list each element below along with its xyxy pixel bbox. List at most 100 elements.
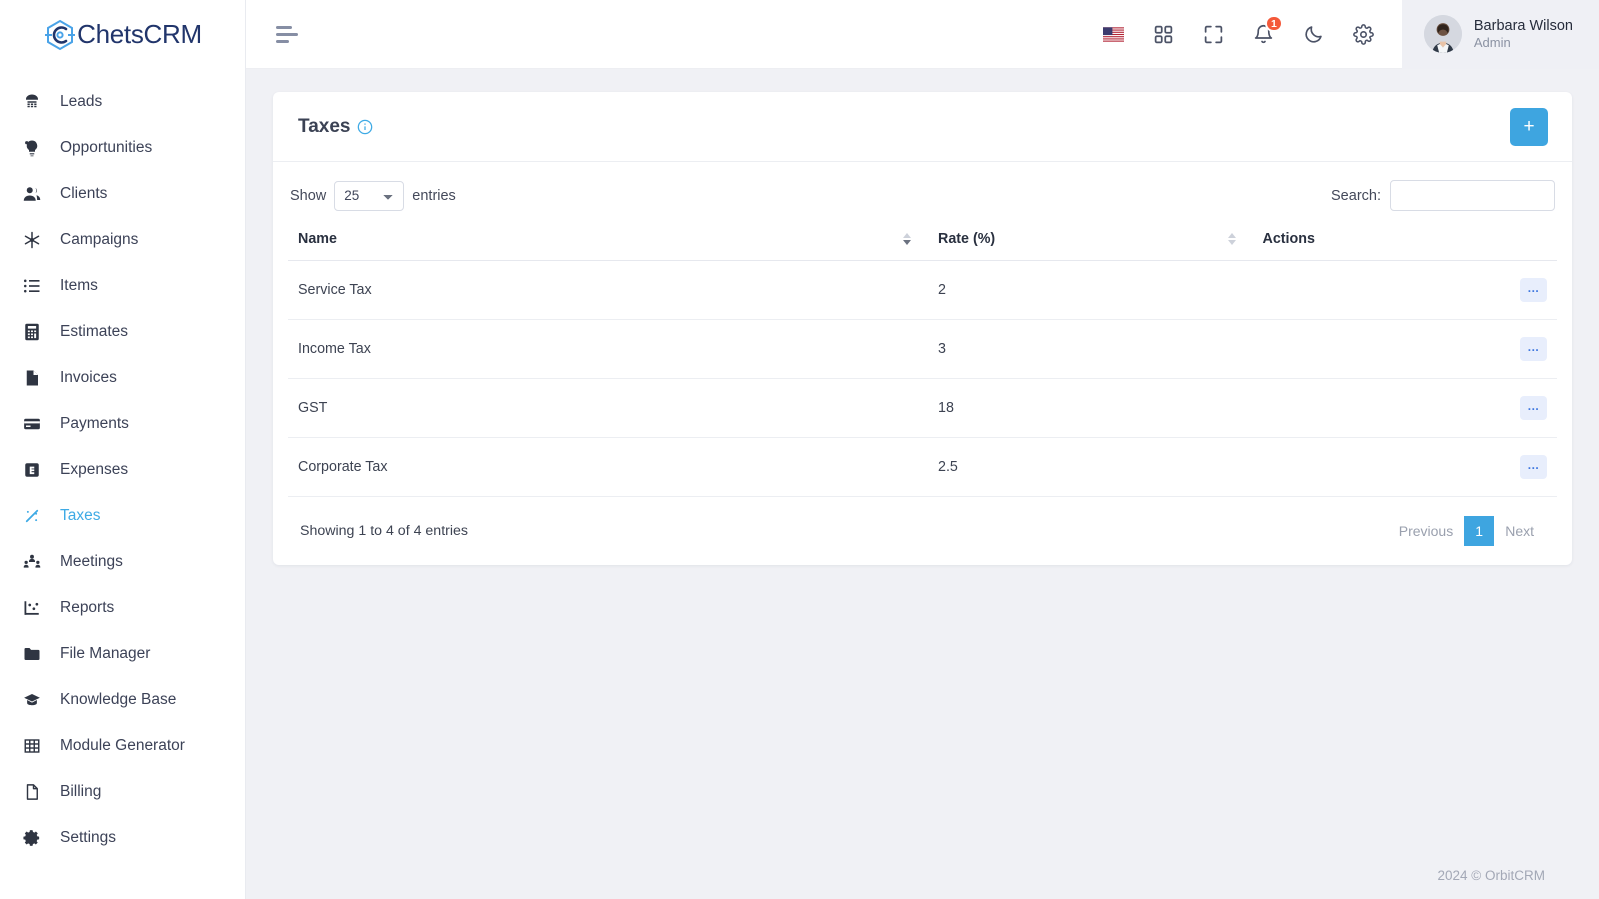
cell-name: Service Tax [288,260,928,320]
sidebar-item-payments[interactable]: Payments [0,401,245,447]
cell-rate: 18 [928,378,1253,438]
sidebar-item-clients[interactable]: Clients [0,171,245,217]
row-actions-button[interactable]: ... [1520,337,1547,361]
user-role: Admin [1473,34,1511,50]
page-title: Taxes [298,116,373,138]
gear-icon [22,828,42,848]
sidebar-item-taxes[interactable]: Taxes [0,493,245,539]
sidebar-item-reports[interactable]: Reports [0,585,245,631]
sidebar-item-label: Payments [60,415,129,433]
telephone-icon [22,92,42,112]
content-area: Taxes + Show 25 entries Search: Name Rat… [246,69,1599,851]
sidebar-item-label: Settings [60,829,117,847]
sort-indicator-rate[interactable] [1227,232,1237,246]
search-input[interactable] [1390,180,1555,211]
entries-label: entries [412,187,456,204]
column-header-label: Rate (%) [938,231,996,247]
sidebar-item-label: Billing [60,783,102,801]
sidebar-nav: Leads Opportunities Clients Campaigns It… [0,69,245,861]
sidebar-item-label: Estimates [60,323,129,341]
taxes-card: Taxes + Show 25 entries Search: Name Rat… [273,92,1572,565]
sidebar-item-items[interactable]: Items [0,263,245,309]
sidebar-item-knowledge-base[interactable]: Knowledge Base [0,677,245,723]
cell-name: GST [288,378,928,438]
folder-icon [22,644,42,664]
cell-actions: ... [1252,378,1557,438]
user-name: Barbara Wilson [1473,17,1573,34]
sort-indicator-name[interactable] [903,232,912,246]
fullscreen-icon[interactable] [1202,22,1226,46]
sidebar-item-module-generator[interactable]: Module Generator [0,723,245,769]
chart-scatter-icon [22,598,42,618]
sidebar-item-label: Meetings [60,553,123,571]
table-row[interactable]: Corporate Tax 2.5 ... [288,437,1557,497]
search-label: Search: [1331,187,1381,204]
sidebar: ChetsCRM Leads Opportunities Clients Cam… [0,0,246,899]
page-title-text: Taxes [298,115,351,137]
user-profile-menu[interactable]: Barbara Wilson Admin [1401,0,1599,69]
sidebar-item-settings[interactable]: Settings [0,815,245,861]
cell-rate: 2 [928,260,1253,320]
chets-logo-icon [43,18,76,52]
info-circle-icon[interactable] [357,119,373,135]
pagination-page-1[interactable]: 1 [1464,516,1495,546]
add-tax-button[interactable]: + [1510,107,1548,146]
asterisk-icon [22,230,42,250]
people-group-icon [22,552,42,572]
sidebar-item-opportunities[interactable]: Opportunities [0,125,245,171]
user-meta: Barbara Wilson Admin [1474,17,1573,51]
sidebar-item-invoices[interactable]: Invoices [0,355,245,401]
sidebar-item-label: Knowledge Base [60,691,177,709]
table-row[interactable]: Income Tax 3 ... [288,319,1557,379]
page-length-select[interactable]: 25 [334,180,405,211]
language-flag-us-icon[interactable] [1102,22,1126,46]
pagination: Previous 1 Next [1388,516,1545,546]
list-icon [22,276,42,296]
row-actions-button[interactable]: ... [1520,455,1547,479]
grid-table-icon [22,736,42,756]
brand-logo-area[interactable]: ChetsCRM [0,0,245,69]
page-length-control: Show 25 entries [290,180,456,211]
cell-rate: 3 [928,319,1253,379]
hamburger-line [276,39,289,43]
cell-name: Income Tax [288,319,928,379]
sidebar-item-label: Opportunities [60,139,153,157]
settings-gear-icon[interactable] [1352,22,1376,46]
sidebar-item-file-manager[interactable]: File Manager [0,631,245,677]
brand-name: ChetsCRM [77,19,202,49]
sidebar-item-campaigns[interactable]: Campaigns [0,217,245,263]
table-body: Service Tax 2 ... Income Tax 3 ... GST 1… [288,260,1557,497]
main-area: 1 Barbara Wilson Admin Taxes + Show 25 e… [246,0,1599,899]
sidebar-item-label: Clients [60,185,108,203]
column-header-label: Name [298,231,337,247]
pagination-previous[interactable]: Previous [1388,516,1464,546]
sidebar-item-label: Campaigns [60,231,139,249]
datatable-footer: Showing 1 to 4 of 4 entries Previous 1 N… [288,497,1557,565]
notification-bell-icon[interactable]: 1 [1252,15,1283,46]
column-header-name[interactable]: Name [288,231,928,261]
sidebar-item-meetings[interactable]: Meetings [0,539,245,585]
row-actions-button[interactable]: ... [1520,278,1547,302]
sidebar-item-estimates[interactable]: Estimates [0,309,245,355]
sidebar-item-expenses[interactable]: Expenses [0,447,245,493]
table-row[interactable]: GST 18 ... [288,378,1557,438]
sidebar-item-leads[interactable]: Leads [0,79,245,125]
sidebar-item-label: Invoices [60,369,117,387]
sidebar-item-billing[interactable]: Billing [0,769,245,815]
hamburger-icon[interactable] [276,24,300,44]
column-header-actions: Actions [1252,231,1557,261]
datatable-toolbar: Show 25 entries Search: [288,180,1557,211]
topbar: 1 Barbara Wilson Admin [246,0,1599,69]
table-row[interactable]: Service Tax 2 ... [288,260,1557,320]
dark-mode-moon-icon[interactable] [1302,22,1326,46]
cell-rate: 2.5 [928,437,1253,497]
row-actions-button[interactable]: ... [1520,396,1547,420]
document-icon [22,782,42,802]
apps-grid-icon[interactable] [1152,22,1176,46]
pagination-next[interactable]: Next [1494,516,1545,546]
sidebar-item-label: Reports [60,599,115,617]
column-header-rate[interactable]: Rate (%) [928,231,1253,261]
table-info-text: Showing 1 to 4 of 4 entries [300,523,468,539]
taxes-table: Name Rate (%) Actions Service Tax 2 ... … [288,231,1557,497]
percent-icon [22,506,42,526]
